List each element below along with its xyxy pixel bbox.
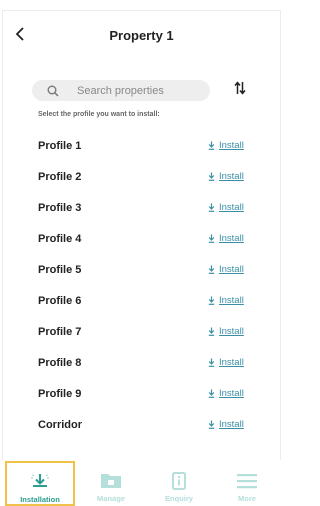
list-item: Profile 8 Install bbox=[0, 348, 283, 379]
list-item: Profile 6 Install bbox=[0, 286, 283, 317]
instruction-text: Select the profile you want to install: bbox=[38, 111, 160, 118]
profile-name: Corridor bbox=[38, 419, 82, 431]
download-icon bbox=[208, 296, 215, 305]
page-title: Property 1 bbox=[109, 28, 174, 43]
tab-more[interactable]: More bbox=[216, 460, 278, 506]
download-icon bbox=[208, 420, 215, 429]
install-label: Install bbox=[219, 140, 244, 151]
download-icon bbox=[208, 172, 215, 181]
list-item: Profile 2 Install bbox=[0, 162, 283, 193]
tab-enquiry[interactable]: Enquiry bbox=[148, 460, 210, 506]
install-label: Install bbox=[219, 233, 244, 244]
install-link[interactable]: Install bbox=[208, 233, 244, 244]
install-label: Install bbox=[219, 264, 244, 275]
install-label: Install bbox=[219, 419, 244, 430]
tab-label: Manage bbox=[97, 494, 125, 503]
profile-name: Profile 2 bbox=[38, 171, 82, 183]
search-input[interactable] bbox=[77, 84, 207, 97]
bottom-tab-bar: Installation Manage Enquiry More bbox=[2, 460, 281, 506]
list-item: Profile 1 Install bbox=[0, 131, 283, 162]
install-link[interactable]: Install bbox=[208, 202, 244, 213]
install-label: Install bbox=[219, 326, 244, 337]
sort-icon bbox=[234, 80, 246, 100]
download-icon bbox=[208, 327, 215, 336]
profile-name: Profile 1 bbox=[38, 140, 82, 152]
download-icon bbox=[208, 389, 215, 398]
profile-name: Profile 4 bbox=[38, 233, 82, 245]
download-icon bbox=[208, 234, 215, 243]
profile-name: Profile 8 bbox=[38, 357, 82, 369]
tab-installation[interactable]: Installation bbox=[5, 461, 75, 506]
menu-icon bbox=[236, 471, 258, 490]
folder-icon bbox=[100, 471, 122, 490]
download-icon bbox=[208, 265, 215, 274]
install-label: Install bbox=[219, 295, 244, 306]
install-label: Install bbox=[219, 202, 244, 213]
profile-name: Profile 5 bbox=[38, 264, 82, 276]
profile-name: Profile 9 bbox=[38, 388, 82, 400]
tab-label: Installation bbox=[20, 495, 60, 504]
install-label: Install bbox=[219, 388, 244, 399]
install-label: Install bbox=[219, 357, 244, 368]
install-link[interactable]: Install bbox=[208, 140, 244, 151]
profile-name: Profile 3 bbox=[38, 202, 82, 214]
sort-button[interactable] bbox=[231, 80, 249, 100]
install-label: Install bbox=[219, 171, 244, 182]
download-icon bbox=[29, 472, 51, 491]
search-icon bbox=[46, 84, 60, 98]
tab-label: More bbox=[238, 494, 256, 503]
list-item: Profile 5 Install bbox=[0, 255, 283, 286]
tab-manage[interactable]: Manage bbox=[80, 460, 142, 506]
download-icon bbox=[208, 203, 215, 212]
install-link[interactable]: Install bbox=[208, 419, 244, 430]
profile-list: Profile 1 Install Profile 2 Install Prof… bbox=[0, 131, 283, 441]
header: Property 1 bbox=[0, 24, 283, 48]
install-link[interactable]: Install bbox=[208, 171, 244, 182]
list-item: Profile 3 Install bbox=[0, 193, 283, 224]
list-item: Profile 9 Install bbox=[0, 379, 283, 410]
info-icon bbox=[168, 471, 190, 490]
list-item: Profile 7 Install bbox=[0, 317, 283, 348]
install-link[interactable]: Install bbox=[208, 388, 244, 399]
install-link[interactable]: Install bbox=[208, 326, 244, 337]
install-link[interactable]: Install bbox=[208, 264, 244, 275]
list-item: Profile 4 Install bbox=[0, 224, 283, 255]
list-item: Corridor Install bbox=[0, 410, 283, 441]
profile-name: Profile 7 bbox=[38, 326, 82, 338]
install-link[interactable]: Install bbox=[208, 357, 244, 368]
profile-name: Profile 6 bbox=[38, 295, 82, 307]
tab-label: Enquiry bbox=[165, 494, 193, 503]
download-icon bbox=[208, 141, 215, 150]
install-link[interactable]: Install bbox=[208, 295, 244, 306]
download-icon bbox=[208, 358, 215, 367]
search-bar[interactable] bbox=[32, 80, 210, 101]
